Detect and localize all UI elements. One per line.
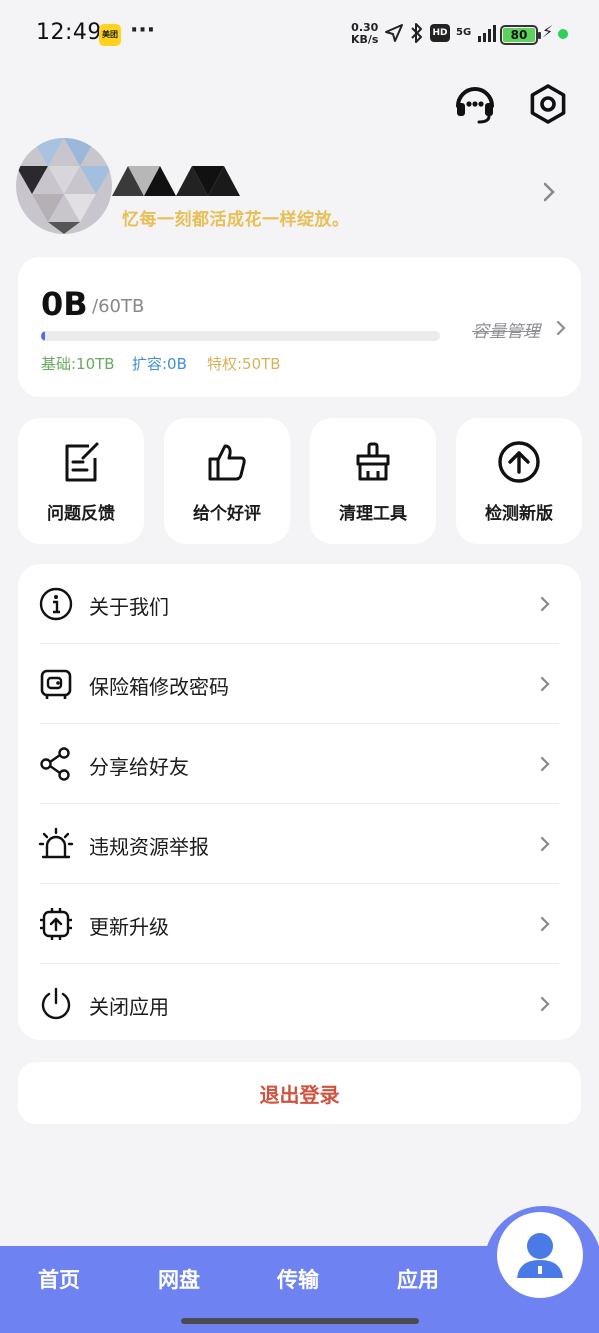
storage-total: /60TB: [92, 296, 145, 317]
storage-used: 0B: [41, 285, 88, 323]
avatar[interactable]: [16, 138, 112, 234]
menu-item-about[interactable]: 关于我们: [18, 564, 581, 644]
status-bar: 12:49 美团 ··· 0.30 KB/s HD 5G 80 ⚡: [0, 0, 599, 70]
nav-apps[interactable]: 应用: [397, 1264, 439, 1294]
home-indicator: [181, 1318, 419, 1324]
alarm-icon: [38, 827, 74, 859]
menu-item-safe-password[interactable]: 保险箱修改密码: [18, 644, 581, 724]
network-speed-unit: KB/s: [351, 33, 379, 46]
check-update-button[interactable]: 检测新版: [456, 418, 582, 544]
nav-transfer[interactable]: 传输: [277, 1264, 319, 1294]
chevron-right-icon: [540, 996, 550, 1012]
headset-icon[interactable]: [453, 82, 497, 126]
nav-home[interactable]: 首页: [38, 1264, 80, 1294]
location-arrow-icon: [385, 24, 403, 42]
chevron-right-icon: [540, 756, 550, 772]
nav-drive[interactable]: 网盘: [158, 1264, 200, 1294]
storage-card: 0B /60TB 容量管理 基础:10TB 扩容:0B 特权:50TB: [18, 257, 581, 397]
charging-icon: ⚡: [542, 22, 554, 41]
feedback-label: 问题反馈: [47, 504, 115, 524]
network-speed: 0.30 KB/s: [351, 22, 378, 46]
bluetooth-icon: [411, 23, 422, 43]
user-name[interactable]: [112, 166, 242, 196]
status-time: 12:49: [36, 20, 102, 45]
profile-chevron-icon[interactable]: [540, 180, 558, 204]
quota-base: 基础:10TB: [41, 355, 115, 373]
feedback-edit-icon: [65, 442, 99, 482]
rate-button[interactable]: 给个好评: [164, 418, 290, 544]
menu-item-close-app[interactable]: 关闭应用: [18, 964, 581, 1044]
capacity-manage-link[interactable]: 容量管理: [472, 317, 540, 342]
more-notifications-icon: ···: [130, 18, 156, 43]
hd-voice-badge: HD: [430, 24, 450, 42]
chevron-right-icon: [540, 836, 550, 852]
menu-item-report[interactable]: 违规资源举报: [18, 804, 581, 884]
storage-progress-fill: [41, 331, 45, 341]
battery-level: 80: [503, 28, 535, 42]
status-icons: HD 5G: [384, 22, 499, 44]
chevron-right-icon[interactable]: [554, 319, 568, 337]
cleanup-tool-label: 清理工具: [339, 504, 407, 524]
check-update-label: 检测新版: [485, 504, 553, 524]
storage-progress: [41, 331, 440, 341]
power-icon: [41, 987, 71, 1020]
chevron-right-icon: [540, 596, 550, 612]
chevron-right-icon: [540, 916, 550, 932]
privacy-indicator: [558, 29, 568, 39]
signal-icon: [478, 25, 497, 42]
battery-icon: 80: [500, 25, 541, 45]
chip-upgrade-icon: [40, 908, 72, 940]
quota-privilege: 特权:50TB: [207, 355, 281, 373]
chevron-right-icon: [540, 676, 550, 692]
nav-me-button[interactable]: [497, 1212, 583, 1298]
user-icon: [517, 1233, 563, 1278]
thumbs-up-icon: [208, 444, 246, 481]
menu-item-label: 违规资源举报: [89, 835, 209, 859]
network-type: 5G: [456, 27, 472, 38]
rate-label: 给个好评: [193, 504, 261, 524]
info-icon: [39, 587, 73, 621]
menu-item-label: 关于我们: [89, 595, 169, 619]
menu-item-label: 更新升级: [89, 915, 169, 939]
menu-item-share[interactable]: 分享给好友: [18, 724, 581, 804]
menu-item-label: 关闭应用: [89, 995, 169, 1019]
settings-hex-icon[interactable]: [526, 82, 570, 126]
feedback-button[interactable]: 问题反馈: [18, 418, 144, 544]
profile-motto: 忆每一刻都活成花一样绽放。: [122, 210, 350, 230]
upload-arrow-icon: [498, 441, 540, 483]
logout-label: 退出登录: [259, 1083, 340, 1107]
safe-icon: [40, 669, 72, 699]
menu-item-label: 分享给好友: [89, 755, 189, 779]
quota-expand: 扩容:0B: [132, 355, 187, 373]
cleanup-tool-button[interactable]: 清理工具: [310, 418, 436, 544]
menu-item-label: 保险箱修改密码: [89, 675, 229, 699]
broom-icon: [356, 442, 390, 481]
settings-menu: 关于我们 保险箱修改密码 分享给好友 违规资源举报 更新升级 关闭应用: [18, 564, 581, 1040]
share-icon: [40, 747, 70, 781]
meituan-app-icon: 美团: [99, 24, 121, 46]
logout-button[interactable]: 退出登录: [18, 1062, 581, 1124]
menu-item-upgrade[interactable]: 更新升级: [18, 884, 581, 964]
